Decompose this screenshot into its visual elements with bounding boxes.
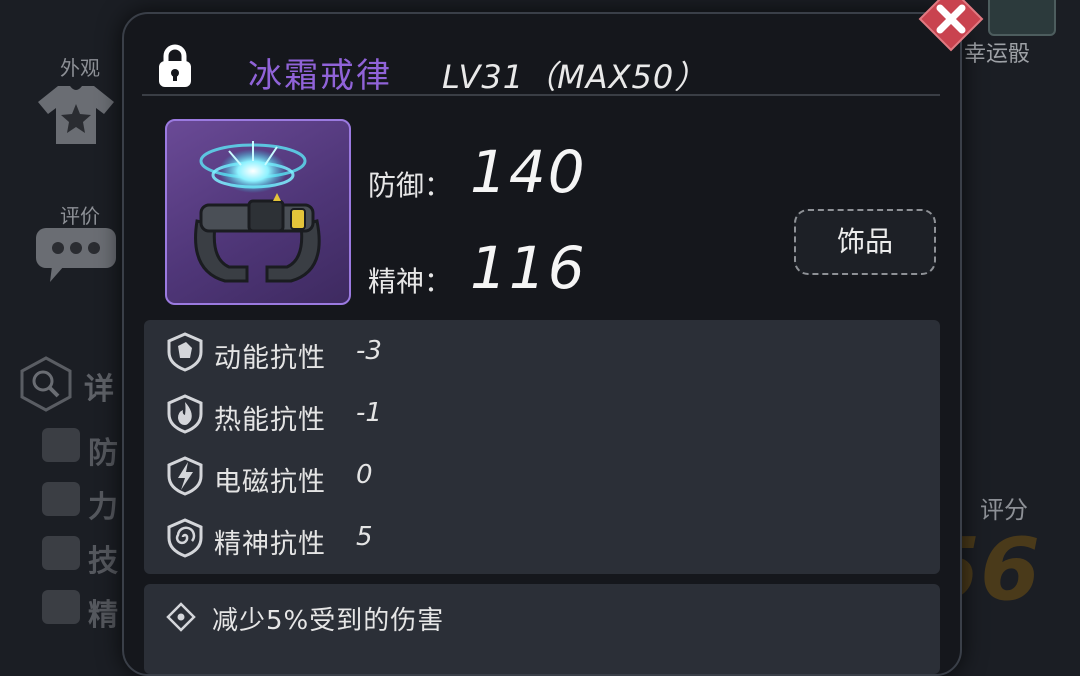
mental-resist-icon xyxy=(166,518,204,558)
resist-label: 热能抗性 xyxy=(214,405,326,436)
resistance-panel: 动能抗性 -3 热能抗性 -1 电磁抗性 0 精神抗性 5 xyxy=(144,320,940,574)
tab-appearance-label: 外观 xyxy=(60,56,100,80)
spirit-value: 116 xyxy=(470,234,587,302)
search-hex-icon xyxy=(18,356,74,412)
title-divider xyxy=(142,94,940,96)
lock-icon[interactable] xyxy=(158,44,192,88)
head-brain-icon xyxy=(42,590,80,624)
resist-label: 电磁抗性 xyxy=(214,467,326,498)
effect-panel: 减少5%受到的伤害 xyxy=(144,584,940,674)
resist-label: 精神抗性 xyxy=(214,529,326,560)
kinetic-resist-icon xyxy=(166,332,204,372)
chat-bubble-icon xyxy=(34,226,118,284)
item-title-row: 冰霜戒律 LV31（MAX50） xyxy=(124,14,960,96)
frost-bracelet-icon xyxy=(165,119,351,305)
item-detail-dialog: 冰霜戒律 LV31（MAX50） 防御： 140 精神： 116 饰品 动能抗性… xyxy=(122,12,962,676)
shirt-star-icon xyxy=(36,82,116,146)
stat-partial-defense: 防 xyxy=(88,436,118,471)
fist-icon xyxy=(42,482,80,516)
item-name: 冰霜戒律 xyxy=(248,56,392,96)
resist-value: 5 xyxy=(356,522,373,552)
resist-row-kinetic: 动能抗性 -3 xyxy=(144,322,940,382)
item-level: LV31（MAX50） xyxy=(442,58,708,96)
close-icon[interactable] xyxy=(918,0,984,52)
dice-icon[interactable] xyxy=(988,0,1056,36)
stat-partial-spirit: 精 xyxy=(88,598,118,633)
effect-text: 减少5%受到的伤害 xyxy=(212,606,445,636)
resist-label: 动能抗性 xyxy=(214,343,326,374)
item-type-badge: 饰品 xyxy=(794,209,936,275)
background-left-sidebar: 外观 评价 详 防 力 技 精 xyxy=(0,0,125,649)
stat-partial-skill: 技 xyxy=(88,544,118,579)
resist-value: 0 xyxy=(356,460,373,490)
resist-row-electromagnetic: 电磁抗性 0 xyxy=(144,446,940,506)
electromagnetic-resist-icon xyxy=(166,456,204,496)
shield-cross-icon xyxy=(42,428,80,462)
spirit-label: 精神： xyxy=(368,265,453,298)
defense-value: 140 xyxy=(470,138,587,206)
resist-row-mental: 精神抗性 5 xyxy=(144,508,940,568)
wrench-icon xyxy=(42,536,80,570)
resist-value: -1 xyxy=(356,398,382,428)
diamond-effect-icon xyxy=(166,602,196,632)
defense-label: 防御： xyxy=(368,169,453,202)
thermal-resist-icon xyxy=(166,394,204,434)
resist-value: -3 xyxy=(356,336,382,366)
details-label-partial: 详 xyxy=(84,372,114,407)
resist-row-thermal: 热能抗性 -1 xyxy=(144,384,940,444)
stat-partial-power: 力 xyxy=(88,490,118,525)
tab-rating-label: 评价 xyxy=(60,204,100,228)
